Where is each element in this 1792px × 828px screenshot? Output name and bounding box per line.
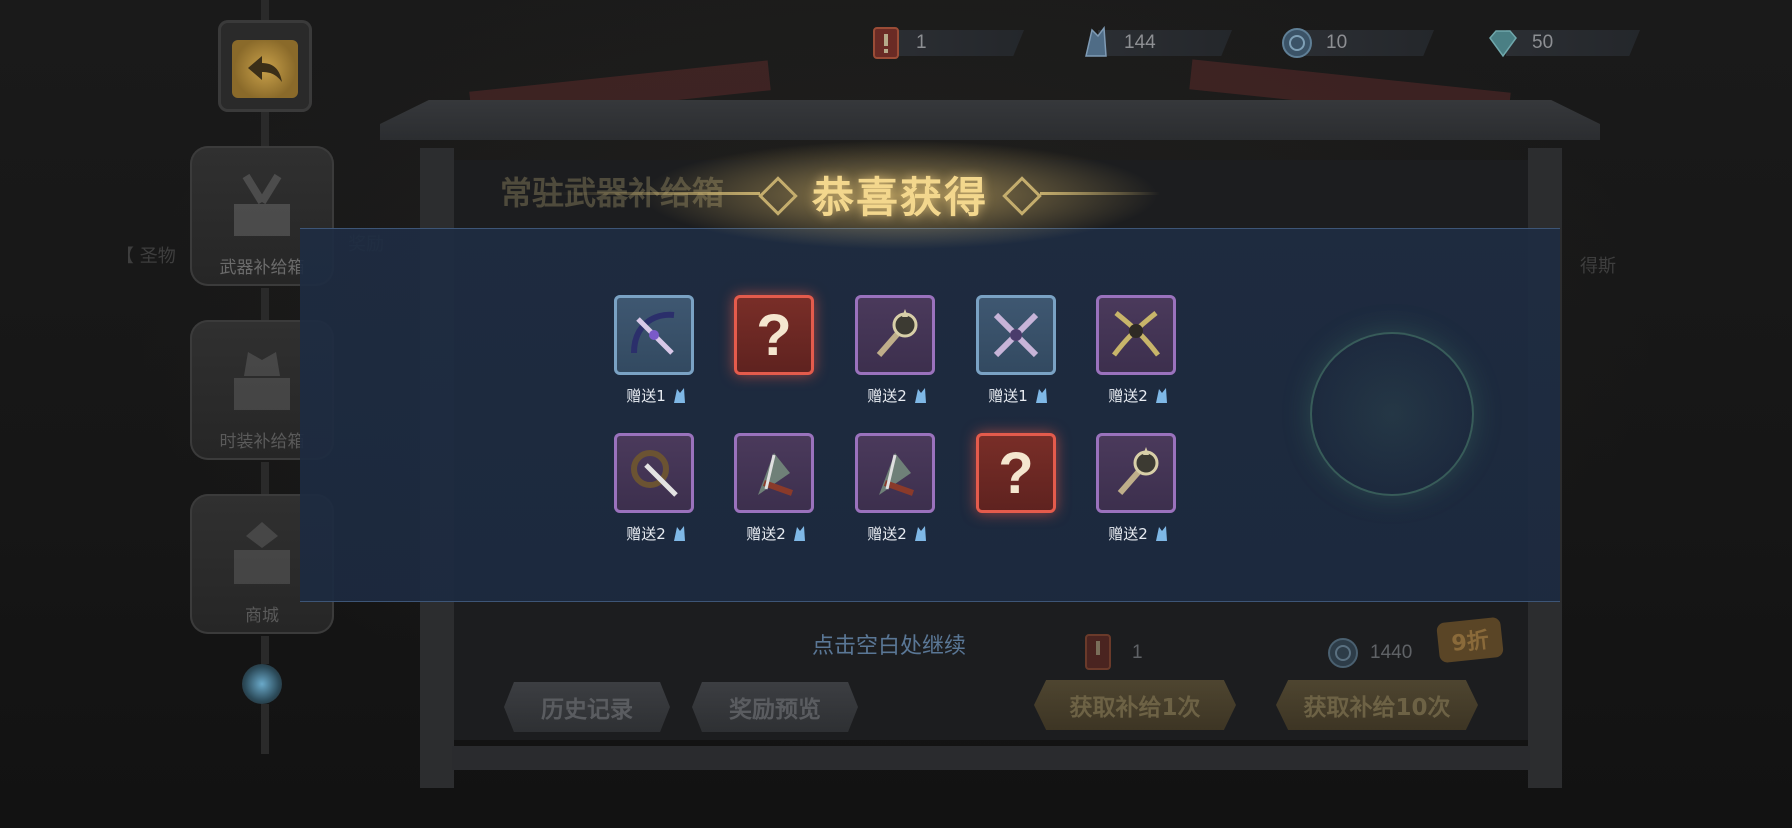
twin-blades-icon (1096, 295, 1176, 375)
blue-coin-icon (1278, 26, 1316, 60)
ticket-count: 1 (916, 32, 927, 53)
crossed-swords-icon (976, 295, 1056, 375)
draw-once-button[interactable]: 获取补给1次 (1034, 680, 1236, 730)
outfit-box-icon (234, 352, 290, 410)
history-button[interactable]: 历史记录 (504, 682, 670, 732)
reward-item[interactable]: ? (976, 433, 1060, 561)
diamond-count: 50 (1532, 32, 1554, 53)
blue-crystal-icon (673, 387, 685, 403)
beast-claw-icon (734, 433, 814, 513)
back-arrow-icon (248, 56, 282, 82)
weapon-box-icon (234, 173, 290, 236)
blue-coin-icon (1328, 638, 1358, 668)
gift-label: 赠送2 (1096, 385, 1180, 406)
blue-crystal-icon (1155, 525, 1167, 541)
reward-item[interactable]: 赠送2 (1096, 295, 1180, 423)
reward-item[interactable]: 赠送2 (614, 433, 698, 561)
blue-crystal-icon (1155, 387, 1167, 403)
side-hint-left: 【 圣物 (116, 246, 176, 267)
blue-crystal-icon (914, 387, 926, 403)
gift-label: 赠送1 (614, 385, 698, 406)
blue-crystal-icon (1035, 387, 1047, 403)
resource-crystals[interactable]: 144 (1076, 25, 1232, 60)
blue-crystal-icon (1076, 25, 1114, 60)
draw1-cost: 1 (1080, 634, 1143, 670)
back-button[interactable] (218, 20, 312, 112)
reward-item[interactable]: 赠送1 (614, 295, 698, 423)
gift-label: 赠送2 (734, 523, 818, 544)
coin-count: 10 (1326, 32, 1348, 53)
blue-crystal-icon (673, 525, 685, 541)
crystal-count: 144 (1124, 32, 1156, 53)
red-ticket-icon (868, 26, 906, 60)
resource-coins[interactable]: 10 (1278, 26, 1434, 60)
draw-ten-button[interactable]: 获取补给10次 (1276, 680, 1478, 730)
blue-crystal-icon (914, 525, 926, 541)
nav-label: 商城 (245, 606, 279, 626)
gift-label: 赠送1 (976, 385, 1060, 406)
reward-item[interactable]: ? (734, 295, 818, 423)
side-hint-right: 得斯 (1580, 256, 1616, 277)
red-ticket-icon (1085, 634, 1111, 670)
draw10-cost: 1440 (1324, 636, 1412, 670)
reward-item[interactable]: 赠送2 (855, 433, 939, 561)
reward-item[interactable]: 赠送1 (976, 295, 1060, 423)
draw1-cost-value: 1 (1132, 642, 1143, 663)
mystery-icon: ? (734, 295, 814, 375)
gift-label: 赠送2 (1096, 523, 1180, 544)
crossbow-icon (614, 295, 694, 375)
reward-preview-button[interactable]: 奖励预览 (692, 682, 858, 732)
discount-badge: 9折 (1436, 616, 1504, 664)
orb-ornament (242, 664, 282, 704)
frame-bottom (452, 746, 1530, 770)
spiked-mace-icon (855, 295, 935, 375)
reward-item[interactable]: 赠送2 (855, 295, 939, 423)
character-glow-ring (1312, 334, 1472, 494)
blue-crystal-icon (793, 525, 805, 541)
title-deco-line-right (1040, 192, 1160, 195)
wheel-dagger-icon (614, 433, 694, 513)
frame-roof (380, 100, 1600, 140)
beast-claw-icon (855, 433, 935, 513)
resource-diamonds[interactable]: 50 (1484, 26, 1640, 60)
gift-label: 赠送2 (855, 385, 939, 406)
tap-to-continue-hint: 点击空白处继续 (812, 634, 967, 659)
draw10-cost-value: 1440 (1370, 642, 1413, 663)
diamond-icon (1484, 26, 1522, 60)
mystery-icon: ? (976, 433, 1056, 513)
gift-label: 赠送2 (614, 523, 698, 544)
spiked-mace-icon (1096, 433, 1176, 513)
resource-tickets[interactable]: 1 (868, 26, 1024, 60)
reward-item[interactable]: 赠送2 (1096, 433, 1180, 561)
reward-item[interactable]: 赠送2 (734, 433, 818, 561)
gift-label: 赠送2 (855, 523, 939, 544)
shop-box-icon (234, 522, 290, 584)
